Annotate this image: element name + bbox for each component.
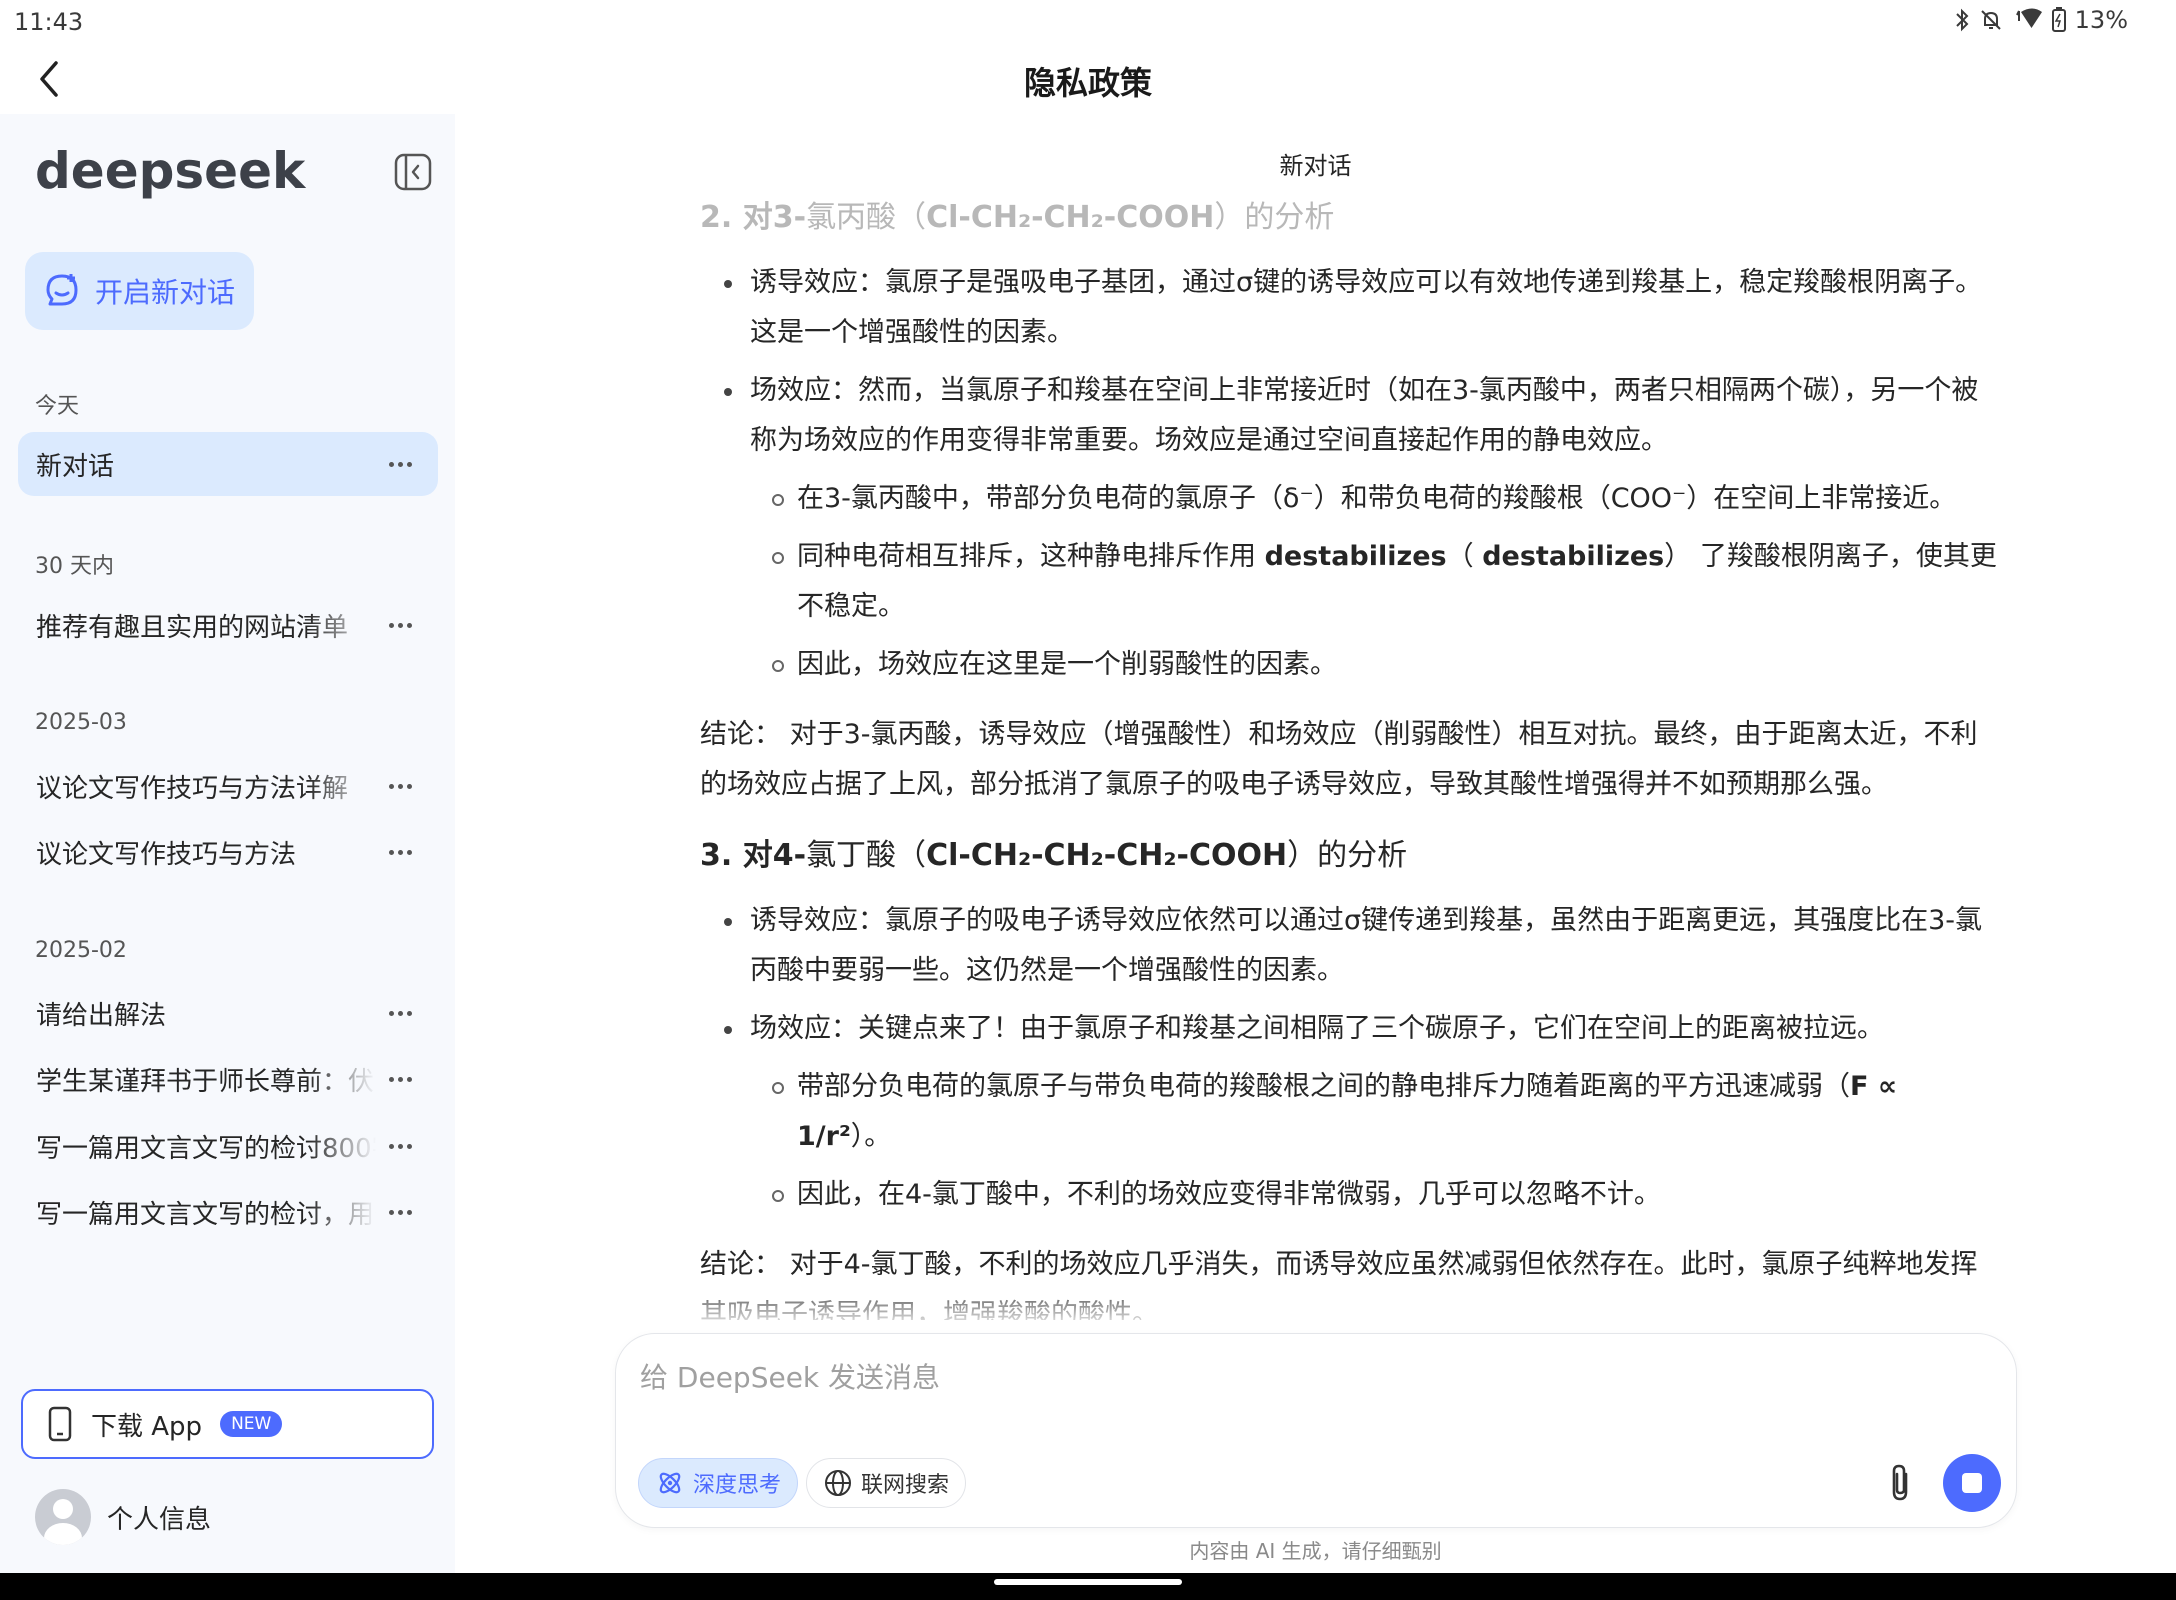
list-item: 诱导效应：氯原子是强吸电子基团，通过σ键的诱导效应可以有效地传递到羧基上，稳定羧… (700, 258, 2000, 358)
content-fade (700, 1280, 2000, 1330)
message-content: 2. 对3-氯丙酸（Cl-CH₂-CH₂-COOH）的分析 诱导效应：氯原子是强… (700, 190, 2000, 1320)
conversation-item[interactable]: 写一篇用文言文写的检讨800字， (18, 1114, 438, 1178)
new-badge: NEW (220, 1411, 283, 1437)
deepseek-logo: deepseek (35, 142, 306, 200)
status-time: 11:43 (14, 8, 84, 36)
more-options-icon[interactable] (384, 772, 416, 800)
status-icons: 13% (1953, 6, 2128, 34)
conversation-item[interactable]: 学生某谨拜书于师长尊前：伏闻 (18, 1047, 438, 1111)
new-chat-button[interactable]: 开启新对话 (25, 252, 254, 330)
profile-label: 个人信息 (107, 1504, 212, 1535)
conversation-title: 请给出解法 (36, 1000, 167, 1031)
more-options-icon[interactable] (384, 999, 416, 1027)
chat-title: 新对话 (1279, 152, 1352, 180)
conversation-item[interactable]: 议论文写作技巧与方法详解 (18, 754, 438, 818)
avatar (35, 1489, 91, 1545)
home-gesture-handle[interactable] (994, 1579, 1182, 1585)
more-options-icon[interactable] (384, 450, 416, 478)
atom-icon (659, 1472, 681, 1494)
section-heading: 2. 对3-氯丙酸（Cl-CH₂-CH₂-COOH）的分析 (700, 200, 1335, 235)
conversation-item[interactable]: 议论文写作技巧与方法 (18, 820, 438, 884)
bullet-list: 诱导效应：氯原子是强吸电子基团，通过σ键的诱导效应可以有效地传递到羧基上，稳定羧… (700, 258, 2000, 690)
web-search-toggle[interactable]: 联网搜索 (806, 1458, 967, 1508)
group-label-today: 今天 (35, 394, 80, 419)
conversation-title: 议论文写作技巧与方法详解 (36, 773, 349, 804)
message-composer: 深度思考 联网搜索 (615, 1333, 2017, 1528)
conversation-item[interactable]: 写一篇用文言文写的检讨，用于 (18, 1180, 438, 1244)
app-header: 隐私政策 (0, 44, 2176, 114)
web-search-label: 联网搜索 (861, 1473, 950, 1498)
battery-percent: 13% (2074, 6, 2128, 34)
profile-button[interactable]: 个人信息 (35, 1489, 211, 1545)
status-bar: 11:43 13% (0, 0, 2176, 44)
download-app-label: 下载 App (91, 1411, 203, 1442)
mute-icon (1979, 8, 2003, 32)
group-label-2025-03: 2025-03 (35, 710, 127, 735)
wifi-icon (2011, 8, 2043, 32)
conversation-title: 推荐有趣且实用的网站清单 (36, 612, 349, 643)
new-chat-label: 开启新对话 (95, 276, 236, 309)
ai-disclaimer: 内容由 AI 生成，请仔细甄别 (1189, 1539, 1442, 1563)
sub-list-item: 因此，在4-氯丁酸中，不利的场效应变得非常微弱，几乎可以忽略不计。 (700, 1170, 2000, 1220)
collapse-sidebar-button[interactable] (393, 152, 433, 192)
conversation-title: 写一篇用文言文写的检讨800字， (36, 1133, 376, 1164)
sub-list-item: 带部分负电荷的氯原子与带负电荷的羧酸根之间的静电排斥力随着距离的平方迅速减弱（F… (700, 1062, 2000, 1162)
list-item: 场效应：关键点来了！由于氯原子和羧基之间相隔了三个碳原子，它们在空间上的距离被拉… (700, 1004, 2000, 1054)
more-options-icon[interactable] (384, 1132, 416, 1160)
deep-think-label: 深度思考 (693, 1473, 782, 1498)
conversation-title: 议论文写作技巧与方法 (36, 839, 297, 870)
stop-generating-button[interactable] (1943, 1454, 2001, 1512)
new-chat-icon (46, 274, 78, 306)
globe-icon (825, 1470, 851, 1496)
conclusion-paragraph: 结论： 对于3-氯丙酸，诱导效应（增强酸性）和场效应（削弱酸性）相互对抗。最终，… (700, 719, 1978, 800)
message-input[interactable] (640, 1352, 1940, 1402)
sub-list-item: 因此，场效应在这里是一个削弱酸性的因素。 (700, 640, 2000, 690)
more-options-icon[interactable] (384, 838, 416, 866)
group-label-30days: 30 天内 (35, 554, 114, 579)
list-item: 场效应：然而，当氯原子和羧基在空间上非常接近时（如在3-氯丙酸中，两者只相隔两个… (700, 366, 2000, 466)
phone-icon (48, 1406, 72, 1442)
conversation-item-active[interactable]: 新对话 (18, 432, 438, 496)
more-options-icon[interactable] (384, 1065, 416, 1093)
sub-list-item: 在3-氯丙酸中，带部分负电荷的氯原子（δ⁻）和带负电荷的羧酸根（COO⁻）在空间… (700, 474, 2000, 524)
sub-list-item: 同种电荷相互排斥，这种静电排斥作用 destabilizes（ destabil… (700, 532, 2000, 632)
download-app-button[interactable]: 下载 App NEW (21, 1389, 434, 1459)
deep-think-toggle[interactable]: 深度思考 (638, 1458, 799, 1508)
sidebar-collapse-icon (394, 153, 432, 191)
paperclip-icon (1892, 1464, 1908, 1501)
group-label-2025-02: 2025-02 (35, 938, 127, 963)
bluetooth-icon (1953, 8, 1971, 32)
system-nav-bar (0, 1573, 2176, 1600)
conversation-title: 写一篇用文言文写的检讨，用于 (36, 1199, 376, 1230)
bullet-list: 诱导效应：氯原子的吸电子诱导效应依然可以通过σ键传递到羧基，虽然由于距离更远，其… (700, 896, 2000, 1220)
attach-button[interactable] (1876, 1458, 1926, 1508)
page-title: 隐私政策 (1023, 64, 1152, 102)
conversation-title: 学生某谨拜书于师长尊前：伏闻 (36, 1066, 376, 1097)
more-options-icon[interactable] (384, 611, 416, 639)
stop-icon (1962, 1473, 1982, 1493)
conversation-title: 新对话 (36, 451, 115, 482)
more-options-icon[interactable] (384, 1198, 416, 1226)
battery-icon (2051, 7, 2067, 33)
section-heading: 3. 对4-氯丁酸（Cl-CH₂-CH₂-CH₂-COOH）的分析 (700, 838, 1408, 873)
conversation-item[interactable]: 请给出解法 (18, 981, 438, 1045)
conversation-item[interactable]: 推荐有趣且实用的网站清单 (18, 593, 438, 657)
list-item: 诱导效应：氯原子的吸电子诱导效应依然可以通过σ键传递到羧基，虽然由于距离更远，其… (700, 896, 2000, 996)
sidebar: deepseek 开启新对话 今天 新对话 30 天内 推荐有趣且实用的网站清单… (0, 114, 455, 1573)
